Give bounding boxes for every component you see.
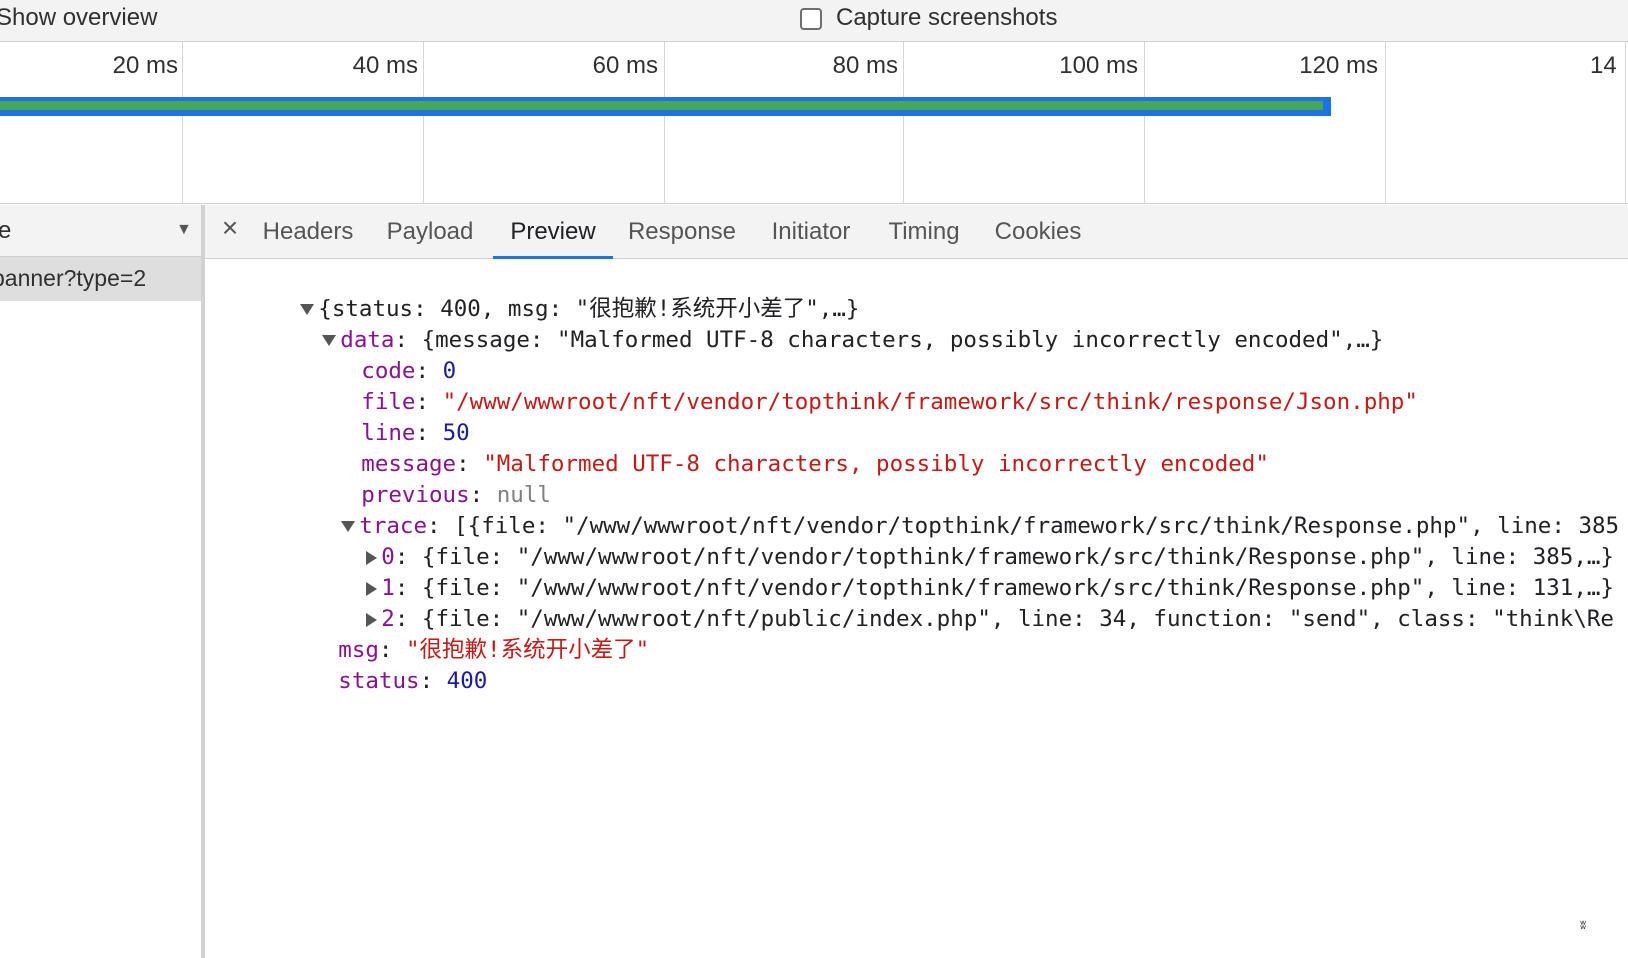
data-summary: {message: "Malformed UTF-8 characters, p…: [421, 327, 1384, 353]
request-list-panel: e ▼ banner?type=2: [0, 205, 205, 958]
timeline-tick-label: 20 ms: [112, 52, 178, 79]
timeline-tick-label: 120 ms: [1299, 52, 1378, 79]
tab-timing[interactable]: Timing: [881, 205, 967, 259]
show-overview-toggle[interactable]: Show overview: [0, 4, 157, 32]
close-icon[interactable]: ×: [217, 214, 243, 242]
timeline-gridline: [664, 42, 665, 203]
timeline-tick-label: 60 ms: [592, 52, 658, 79]
request-name: banner?type=2: [0, 265, 147, 291]
timeline-tick-label: 14: [1590, 52, 1617, 79]
timeline-gridline: [1144, 42, 1145, 203]
tab-initiator[interactable]: Initiator: [761, 205, 861, 259]
detail-tab-bar: × Headers Payload Preview Response Initi…: [205, 205, 1628, 259]
request-detail-panel: × Headers Payload Preview Response Initi…: [205, 205, 1628, 958]
capture-screenshots-label: Capture screenshots: [836, 4, 1058, 31]
network-toolbar: Show overview Capture screenshots: [0, 0, 1628, 42]
json-value: 400: [446, 668, 488, 694]
timeline-gridline: [903, 42, 904, 203]
timeline-tick-label: 40 ms: [352, 52, 418, 79]
timeline-gridline: [182, 42, 183, 203]
watermark-logo-icon: ʬ: [1580, 918, 1587, 932]
capture-screenshots-option[interactable]: Capture screenshots: [800, 4, 1057, 32]
sort-arrow-icon[interactable]: ▼: [176, 221, 192, 239]
request-list-header[interactable]: e ▼: [0, 205, 201, 257]
json-value: "/www/wwwroot/nft/vendor/topthink/framew…: [442, 389, 1418, 415]
json-preview-tree: {status: 400, msg: "很抱歉!系统开小差了",…} data:…: [205, 259, 1628, 958]
timeline-gridline: [423, 42, 424, 203]
tab-response[interactable]: Response: [623, 205, 741, 259]
timeline-overview[interactable]: 20 ms 40 ms 60 ms 80 ms 100 ms 120 ms 14: [0, 42, 1628, 204]
request-row-selected[interactable]: banner?type=2: [0, 257, 201, 301]
timeline-tick-label: 100 ms: [1059, 52, 1138, 79]
request-waterfall-bar[interactable]: [0, 97, 1331, 116]
tab-payload[interactable]: Payload: [379, 205, 481, 259]
timeline-tick-label: 80 ms: [832, 52, 898, 79]
json-value: "Malformed UTF-8 characters, possibly in…: [483, 451, 1269, 477]
timeline-gridline: [1385, 42, 1386, 203]
json-key: status: [338, 668, 420, 694]
tab-cookies[interactable]: Cookies: [987, 205, 1089, 259]
tab-headers[interactable]: Headers: [257, 205, 359, 259]
capture-screenshots-checkbox[interactable]: [800, 8, 822, 30]
tab-preview[interactable]: Preview: [493, 205, 613, 259]
request-waterfall-bar-fill: [0, 101, 1323, 110]
tree-node-status: status: 400: [338, 668, 488, 694]
name-column-header[interactable]: e: [0, 217, 11, 245]
